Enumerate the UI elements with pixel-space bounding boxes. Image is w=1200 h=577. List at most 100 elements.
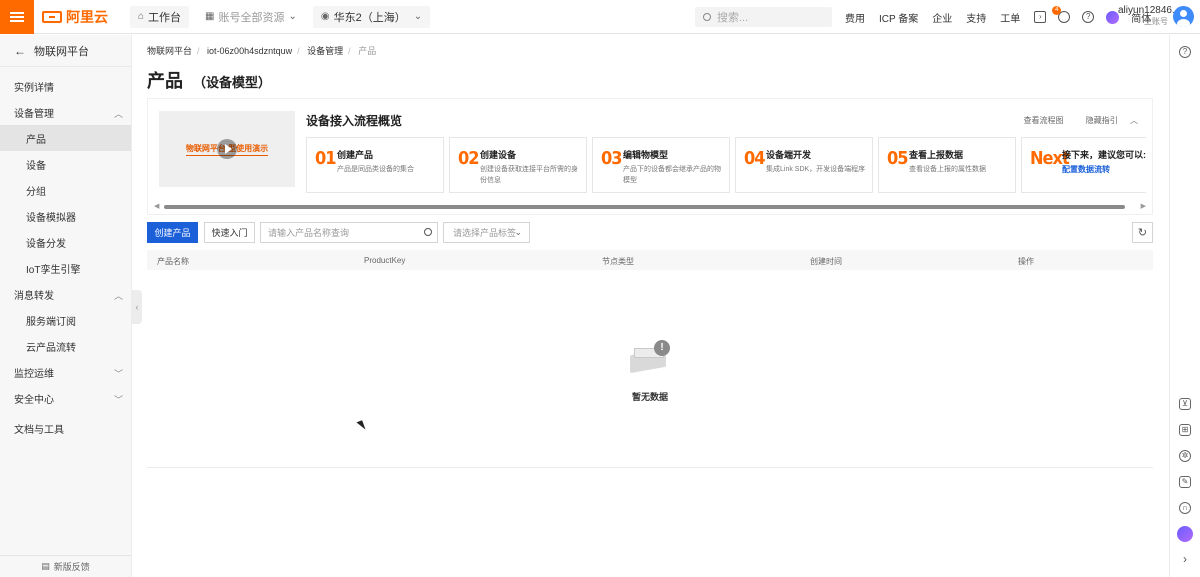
chevron-down-icon: ⌄ (288, 11, 297, 22)
breadcrumb: 物联网平台 / iot-06z00h4sdzntquw / 设备管理 / 产品 (147, 46, 377, 56)
hamburger-menu-button[interactable] (0, 0, 34, 34)
chevron-down-icon: ﹀ (113, 395, 123, 405)
search-icon (703, 13, 711, 21)
step-card-create-device[interactable]: 02 创建设备 创建设备获取连接平台所需的身份信息 (449, 137, 587, 193)
hide-guide-link[interactable]: 隐藏指引 ︿ (1076, 116, 1138, 125)
toplink-enterprise[interactable]: 企业 (932, 10, 952, 25)
chevron-right-icon[interactable]: › (1179, 553, 1191, 566)
global-search-input[interactable]: 搜索... (695, 7, 832, 27)
help-icon[interactable]: ? (1179, 46, 1191, 58)
sidebar-collapse-handle[interactable]: ‹ (132, 290, 142, 324)
step-card-next[interactable]: Next 接下来，建议您可以: 配置数据流转 (1021, 137, 1146, 193)
product-toolbar: 创建产品 快速入门 请输入产品名称查询 请选择产品标签 ⌄ ↻ (147, 222, 1153, 243)
scroll-right-icon[interactable]: ▶ (1141, 202, 1146, 210)
help-icon[interactable]: ? (1082, 11, 1095, 23)
chevron-down-icon: ﹀ (113, 369, 123, 379)
sidebar-item-server-subscription[interactable]: 服务端订阅 (0, 307, 131, 333)
step-card-edit-thing-model[interactable]: 03 编辑物模型 产品下的设备都会继承产品的物模型 (592, 137, 730, 193)
quick-start-button[interactable]: 快速入门 (204, 222, 255, 243)
edit-icon[interactable]: ✎ (1179, 476, 1191, 488)
sidebar-item-device-management[interactable]: 设备管理 ︿ (0, 99, 131, 125)
step-card-device-development[interactable]: 04 设备端开发 集成Link SDK，开发设备端程序 (735, 137, 873, 193)
sidebar-item-cloud-product-flow[interactable]: 云产品流转 (0, 333, 131, 359)
feedback-icon: ▤ (41, 561, 50, 571)
aliyun-logo[interactable]: 阿里云 (42, 7, 108, 27)
sidebar-item-instance-details[interactable]: 实例详情 (0, 73, 131, 99)
user-account[interactable]: aliyun12846... 主账号 (1118, 5, 1181, 27)
scroll-left-icon[interactable]: ◀ (154, 202, 159, 210)
terminal-icon[interactable]: › (1034, 11, 1047, 23)
breadcrumb-current: 产品 (358, 46, 377, 56)
create-product-button[interactable]: 创建产品 (147, 222, 198, 243)
chevron-down-icon: ⌄ (413, 11, 423, 22)
empty-text: 暂无数据 (631, 392, 668, 402)
feedback-button[interactable]: ▤ 新版反馈 (0, 555, 131, 577)
menu-icon (10, 11, 24, 22)
column-created-time: 创建时间 (810, 257, 842, 266)
table-header: 产品名称 ProductKey 节点类型 创建时间 操作 (147, 250, 1153, 270)
bell-icon[interactable]: 4 (1052, 6, 1071, 23)
toplink-support[interactable]: 支持 (966, 10, 986, 25)
refresh-button[interactable]: ↻ (1132, 222, 1153, 243)
chevron-up-icon: ︿ (113, 109, 123, 119)
page-title: 产品 （设备模型） (147, 71, 272, 91)
workbench-button[interactable]: ⌂ 工作台 (130, 5, 190, 28)
resource-icon: ▦ (205, 11, 215, 22)
aliyun-logo-icon (42, 10, 62, 23)
configure-data-flow-link[interactable]: 配置数据流转 (1062, 164, 1146, 175)
resource-group-selector[interactable]: ▦ 账号全部资源 ⌄ (197, 5, 305, 28)
toplink-icp[interactable]: ICP 备案 (879, 10, 918, 25)
breadcrumb-instance[interactable]: iot-06z00h4sdzntquw (207, 46, 292, 56)
steps-scrollbar[interactable]: ◀ ▶ (154, 202, 1146, 210)
mouse-cursor-icon (356, 420, 366, 432)
column-node-type: 节点类型 (602, 257, 634, 266)
refresh-icon: ↻ (1137, 227, 1148, 239)
breadcrumb-device-management[interactable]: 设备管理 (307, 46, 343, 56)
product-search-input[interactable]: 请输入产品名称查询 (260, 222, 438, 243)
play-icon[interactable] (217, 139, 237, 159)
gear-icon[interactable]: ✲ (1179, 450, 1191, 462)
step-card-view-reported-data[interactable]: 05 查看上报数据 查看设备上报的属性数据 (878, 137, 1016, 193)
toplink-ticket[interactable]: 工单 (1000, 10, 1020, 25)
view-flowchart-link[interactable]: 查看流程图 (1024, 116, 1064, 125)
headset-icon[interactable]: ∩ (1179, 502, 1191, 514)
search-icon[interactable] (424, 228, 432, 236)
layout-icon[interactable]: ⊞ (1179, 424, 1191, 436)
step-card-create-product[interactable]: 01 创建产品 产品是同品类设备的集合 (306, 137, 444, 193)
chevron-up-icon: ︿ (1130, 116, 1138, 125)
sidebar-item-groups[interactable]: 分组 (0, 177, 131, 203)
column-product-name: 产品名称 (157, 257, 189, 266)
notification-badge: 4 (1052, 6, 1062, 15)
sidebar-item-devices[interactable]: 设备 (0, 151, 131, 177)
column-product-key: ProductKey (364, 256, 406, 265)
account-type: 主账号 (1144, 17, 1168, 26)
sidebar-back-button[interactable]: ← 物联网平台 (0, 35, 131, 67)
avatar[interactable] (1173, 6, 1194, 27)
onboarding-steps: 01 创建产品 产品是同品类设备的集合 02 创建设备 创建设备获取连接平台所需… (306, 137, 1146, 193)
sidebar-item-products[interactable]: 产品 (0, 125, 131, 151)
top-bar: 阿里云 ⌂ 工作台 ▦ 账号全部资源 ⌄ ◉ 华东2（上海） ⌄ 搜索... 费用 ICP… (0, 0, 1200, 34)
sidebar-item-docs-tools[interactable]: 文档与工具 (0, 415, 131, 441)
sidebar-item-iot-twin-engine[interactable]: IoT孪生引擎 (0, 255, 131, 281)
sidebar-item-monitoring-ops[interactable]: 监控运维 ﹀ (0, 359, 131, 385)
product-tag-select[interactable]: 请选择产品标签 ⌄ (443, 222, 530, 243)
sidebar-item-device-distribution[interactable]: 设备分发 (0, 229, 131, 255)
column-actions: 操作 (1018, 257, 1034, 266)
sidebar-item-device-simulator[interactable]: 设备模拟器 (0, 203, 131, 229)
cart-icon[interactable]: ⊻ (1179, 398, 1191, 410)
breadcrumb-iot-platform[interactable]: 物联网平台 (147, 46, 192, 56)
location-icon: ◉ (320, 11, 330, 22)
toplink-billing[interactable]: 费用 (845, 10, 865, 25)
chevron-down-icon: ⌄ (514, 227, 522, 237)
sidebar-item-message-forwarding[interactable]: 消息转发 ︿ (0, 281, 131, 307)
username: aliyun12846... (1118, 5, 1181, 16)
arrow-left-icon: ← (14, 43, 26, 58)
sidebar-item-security-center[interactable]: 安全中心 ﹀ (0, 385, 131, 411)
demo-video[interactable]: 物联网平台 型使用演示 (159, 111, 295, 187)
logo-text: 阿里云 (66, 8, 108, 25)
ai-assistant-icon[interactable] (1177, 526, 1193, 542)
scrollbar-thumb[interactable] (164, 205, 1125, 209)
region-selector[interactable]: ◉ 华东2（上海） ⌄ (312, 5, 431, 28)
onboarding-overview-panel: 物联网平台 型使用演示 设备接入流程概览 查看流程图 隐藏指引 ︿ 01 创建产… (147, 98, 1153, 215)
empty-box-icon: ! (628, 340, 672, 374)
